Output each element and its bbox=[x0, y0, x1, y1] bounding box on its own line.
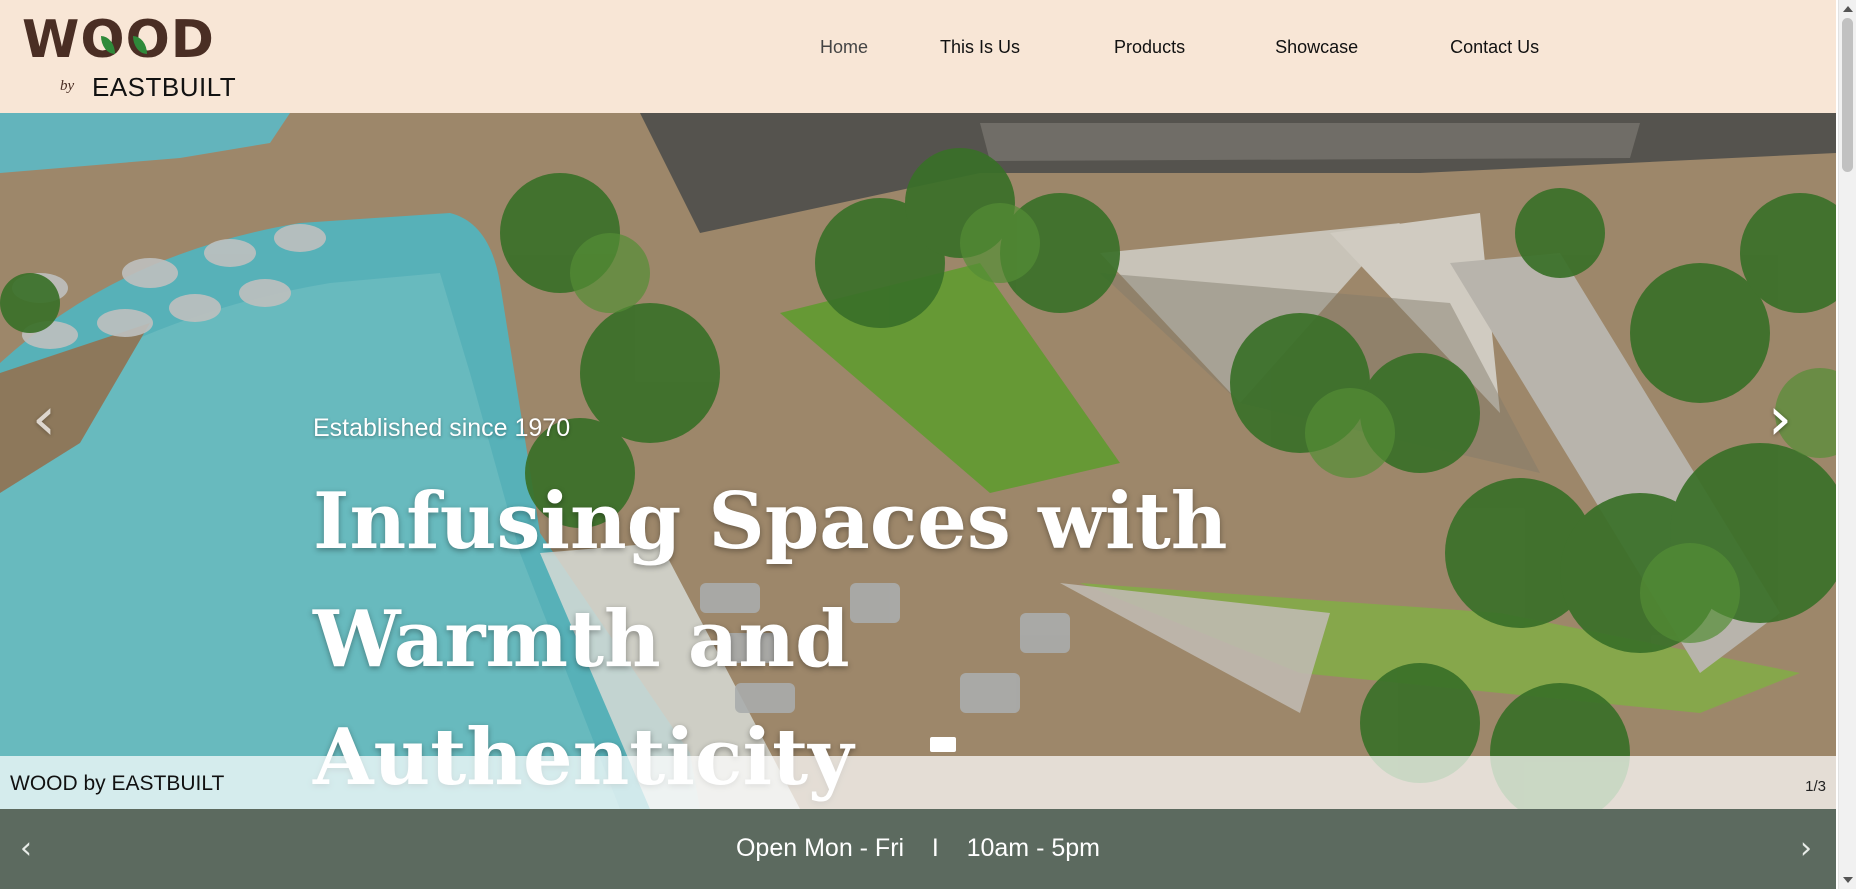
chevron-left-icon: ‹ bbox=[32, 384, 56, 454]
nav-contact-us[interactable]: Contact Us bbox=[1450, 36, 1539, 58]
site-header: WOOD by EASTBUILT Home This Is Us Produc… bbox=[0, 0, 1836, 113]
logo-by: by bbox=[60, 78, 75, 94]
page: WOOD by EASTBUILT Home This Is Us Produc… bbox=[0, 0, 1836, 889]
chevron-right-icon: › bbox=[1800, 831, 1812, 866]
hero-slider: ‹ › Established since 1970 Infusing Spac… bbox=[0, 113, 1836, 809]
hero-next-arrow[interactable]: › bbox=[1768, 389, 1792, 449]
chevron-right-icon: › bbox=[1768, 384, 1792, 454]
vertical-scrollbar[interactable] bbox=[1838, 0, 1856, 889]
scroll-down-arrow-icon[interactable] bbox=[1843, 877, 1853, 883]
scroll-up-arrow-icon[interactable] bbox=[1843, 6, 1853, 12]
nav-showcase[interactable]: Showcase bbox=[1275, 36, 1358, 58]
hero-text: Established since 1970 Infusing Spaces w… bbox=[313, 413, 1413, 809]
hero-eyebrow: Established since 1970 bbox=[313, 414, 571, 442]
hero-title-line-1: Infusing Spaces with bbox=[313, 476, 1228, 567]
slide-caption: WOOD by EASTBUILT bbox=[10, 772, 225, 795]
slide-indicator[interactable] bbox=[930, 737, 956, 752]
slide-caption-bar: WOOD by EASTBUILT 1/3 bbox=[0, 756, 1836, 809]
nav-this-is-us[interactable]: This Is Us bbox=[940, 36, 1020, 58]
hours-bar: ‹ Open Mon - Fri I 10am - 5pm › bbox=[0, 809, 1836, 889]
logo-wordmark: WOOD bbox=[22, 10, 215, 70]
opening-hours: Open Mon - Fri I 10am - 5pm bbox=[735, 834, 1100, 862]
nav-home[interactable]: Home bbox=[820, 36, 868, 58]
slide-counter: 1/3 bbox=[1805, 778, 1826, 795]
scrollbar-thumb[interactable] bbox=[1842, 18, 1853, 172]
main-nav: Home This Is Us Products Showcase Contac… bbox=[820, 36, 1539, 58]
hero-prev-arrow[interactable]: ‹ bbox=[32, 389, 56, 449]
hours-next-arrow[interactable]: › bbox=[1800, 831, 1812, 866]
logo[interactable]: WOOD by EASTBUILT bbox=[20, 10, 240, 102]
logo-subtitle: EASTBUILT bbox=[92, 72, 237, 102]
nav-products[interactable]: Products bbox=[1114, 36, 1185, 58]
